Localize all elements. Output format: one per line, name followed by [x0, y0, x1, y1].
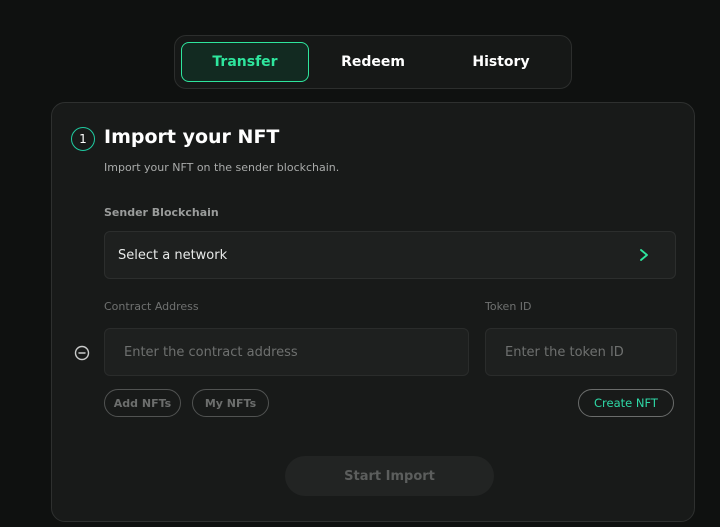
add-nfts-button[interactable]: Add NFTs	[104, 389, 181, 417]
contract-address-label: Contract Address	[104, 300, 199, 313]
network-select-value: Select a network	[118, 247, 228, 263]
token-id-input[interactable]	[485, 328, 677, 376]
tab-redeem[interactable]: Redeem	[309, 42, 437, 82]
tab-transfer[interactable]: Transfer	[181, 42, 309, 82]
import-nft-card: 1 Import your NFT Import your NFT on the…	[51, 102, 695, 522]
start-import-button[interactable]: Start Import	[285, 456, 494, 496]
sender-blockchain-label: Sender Blockchain	[104, 206, 219, 219]
minus-circle-icon[interactable]	[74, 345, 90, 361]
tab-history[interactable]: History	[437, 42, 565, 82]
contract-address-input[interactable]	[104, 328, 469, 376]
token-id-label: Token ID	[485, 300, 532, 313]
my-nfts-button[interactable]: My NFTs	[192, 389, 269, 417]
network-select[interactable]: Select a network	[104, 231, 676, 279]
card-subtitle: Import your NFT on the sender blockchain…	[104, 161, 340, 174]
tab-bar: Transfer Redeem History	[174, 35, 572, 89]
chevron-right-icon	[640, 249, 648, 261]
step-number-badge: 1	[71, 127, 95, 151]
create-nft-button[interactable]: Create NFT	[578, 389, 674, 417]
card-title: Import your NFT	[104, 126, 280, 148]
